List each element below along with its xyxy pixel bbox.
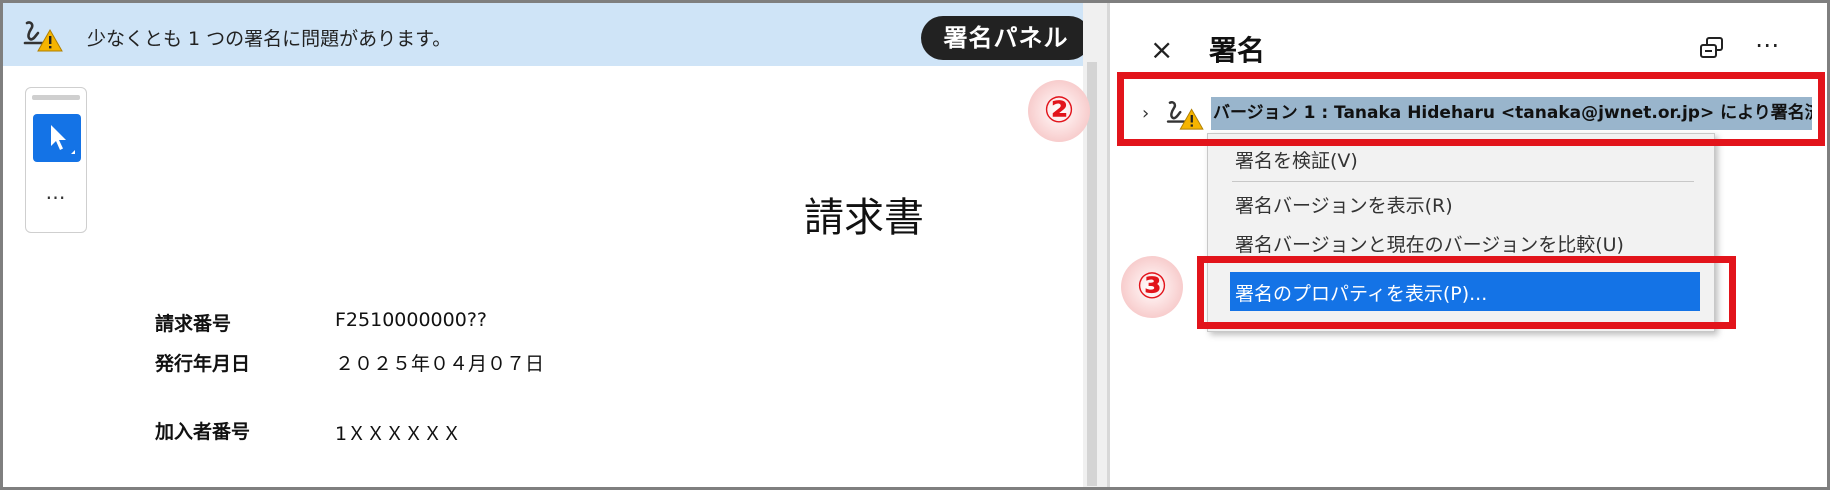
callout-box-signature-row — [1117, 72, 1825, 146]
menu-item-view-signed-version[interactable]: 署名バージョンを表示(R) — [1235, 191, 1453, 218]
copy-window-icon[interactable] — [1698, 35, 1726, 63]
document-title: 請求書 — [804, 195, 924, 241]
more-icon[interactable]: ⋯ — [1755, 31, 1780, 59]
signature-panel-button[interactable]: 署名パネル — [921, 16, 1091, 60]
step-marker-2: ② — [1028, 80, 1090, 142]
panel-title: 署名 — [1209, 34, 1266, 67]
menu-item-compare-versions[interactable]: 署名バージョンと現在のバージョンを比較(U) — [1235, 230, 1624, 257]
document-viewer: 少なくとも 1 つの署名に問題があります。 署名パネル … 請求書 請求番号 F… — [3, 3, 1091, 487]
field-label-invoice-number: 請求番号 — [155, 313, 232, 335]
close-icon[interactable]: × — [1150, 33, 1173, 66]
floating-toolbar: … — [25, 87, 87, 233]
callout-box-properties-item — [1197, 256, 1736, 329]
menu-item-verify-signature[interactable]: 署名を検証(V) — [1235, 146, 1358, 173]
select-tool-icon — [51, 125, 75, 154]
toolbar-drag-handle[interactable] — [32, 95, 80, 100]
field-value-subscriber-number: 1ＸＸＸＸＸＸ — [335, 423, 462, 445]
step-marker-3-label: ③ — [1136, 266, 1168, 307]
menu-separator — [1232, 181, 1694, 182]
select-tool-button[interactable] — [33, 114, 81, 162]
field-value-issue-date: ２０２５年０４月０７日 — [335, 353, 545, 375]
signature-warning-icon — [23, 21, 63, 52]
warning-message: 少なくとも 1 つの署名に問題があります。 — [87, 28, 452, 50]
field-label-subscriber-number: 加入者番号 — [155, 421, 251, 443]
step-marker-2-label: ② — [1043, 90, 1075, 131]
field-value-invoice-number: F2510000000?? — [335, 309, 487, 331]
step-marker-3: ③ — [1121, 256, 1183, 318]
field-label-issue-date: 発行年月日 — [155, 353, 251, 375]
toolbar-more-icon[interactable]: … — [26, 180, 86, 204]
